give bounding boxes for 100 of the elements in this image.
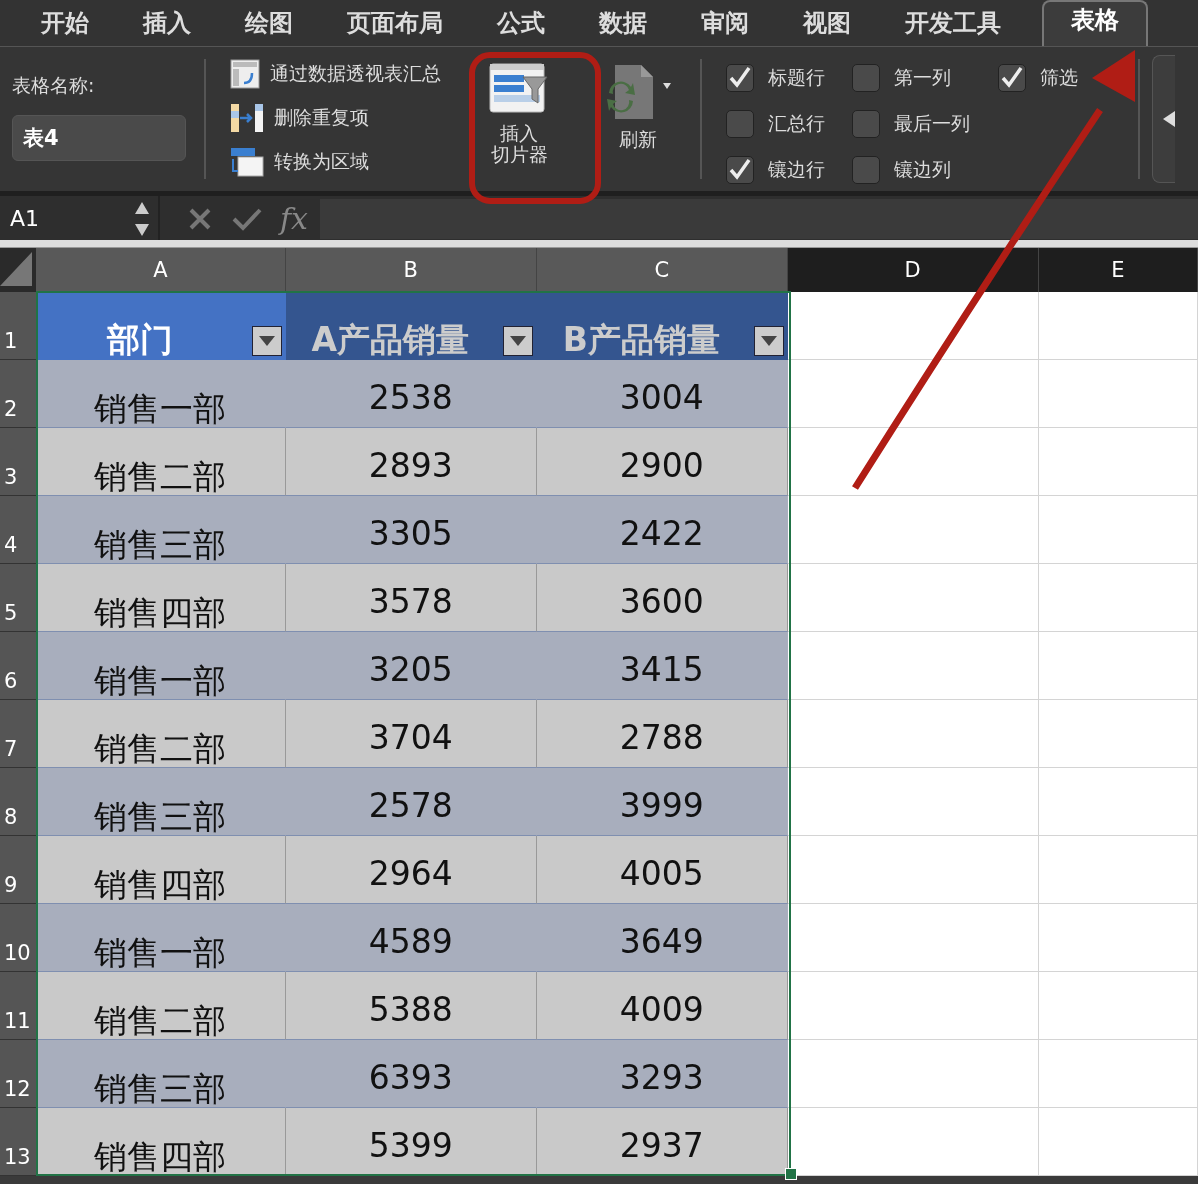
table-cell: 3649 <box>536 904 788 972</box>
table-cell: 3578 <box>285 564 537 632</box>
row-header[interactable]: 11 <box>0 972 36 1040</box>
checkbox[interactable] <box>998 64 1026 92</box>
table-cell: 2578 <box>285 768 537 836</box>
pivot-table-icon <box>230 59 260 89</box>
filter-dropdown[interactable] <box>251 326 282 356</box>
checkbox[interactable] <box>726 64 754 92</box>
table-header-cell: 部门 <box>35 292 286 360</box>
column-header[interactable]: E <box>1038 248 1198 292</box>
remove-duplicates-icon <box>230 103 264 133</box>
menu-tab[interactable]: 公式 <box>470 8 572 46</box>
caret-icon <box>760 336 777 346</box>
row-header[interactable]: 3 <box>0 428 36 496</box>
table-cell: 3004 <box>536 360 788 428</box>
menu-tab[interactable]: 数据 <box>572 8 674 46</box>
table-cell: 2937 <box>536 1108 788 1176</box>
refresh-button[interactable]: 刷新 <box>588 55 688 183</box>
table-cell: 2964 <box>285 836 537 904</box>
table-name-field[interactable]: 表4 <box>12 115 186 161</box>
insert-function-button[interactable]: fx <box>280 201 309 236</box>
row-header[interactable]: 13 <box>0 1108 36 1176</box>
table-cell: 销售四部 <box>35 564 286 632</box>
column-header[interactable]: C <box>536 248 788 292</box>
checkbox[interactable] <box>852 156 880 184</box>
table-cell: 4589 <box>285 904 537 972</box>
row-header[interactable]: 1 <box>0 292 36 360</box>
formula-input[interactable] <box>320 198 1198 239</box>
ribbon-command[interactable]: 删除重复项 <box>230 103 458 133</box>
menu-tab[interactable]: 审阅 <box>674 8 776 46</box>
table-cell: 销售三部 <box>35 768 286 836</box>
table-cell: 3999 <box>536 768 788 836</box>
convert-range-icon <box>230 147 264 177</box>
checkbox[interactable] <box>726 110 754 138</box>
caret-icon <box>1161 109 1175 129</box>
checkbox[interactable] <box>726 156 754 184</box>
menu-tab[interactable]: 插入 <box>116 8 218 46</box>
table-cell: 3305 <box>285 496 537 564</box>
table-cell: 销售一部 <box>35 632 286 700</box>
row-header[interactable]: 5 <box>0 564 36 632</box>
menu-tab[interactable]: 开发工具 <box>878 8 1028 46</box>
table-header-cell: B产品销量 <box>536 292 788 360</box>
table-cell: 3205 <box>285 632 537 700</box>
slicer-icon <box>489 63 549 115</box>
option-checkbox[interactable]: 最后一列 <box>852 101 998 147</box>
column-header[interactable]: B <box>285 248 537 292</box>
caret-icon <box>509 336 526 346</box>
cancel-icon[interactable] <box>188 206 212 231</box>
table-cell: 销售四部 <box>35 1108 286 1176</box>
checkbox[interactable] <box>852 110 880 138</box>
table-cell: 2422 <box>536 496 788 564</box>
table-cell: 销售一部 <box>35 904 286 972</box>
table-cell: 2538 <box>285 360 537 428</box>
row-header[interactable]: 2 <box>0 360 36 428</box>
insert-slicer-button[interactable]: 插入 切片器 <box>458 55 580 183</box>
menu-tab[interactable]: 开始 <box>14 8 116 46</box>
check-icon[interactable] <box>232 206 262 231</box>
ribbon-command[interactable]: 转换为区域 <box>230 147 458 177</box>
option-checkbox[interactable]: 标题行 <box>726 55 852 101</box>
row-header[interactable]: 9 <box>0 836 36 904</box>
filter-dropdown[interactable] <box>753 326 784 356</box>
option-checkbox[interactable]: 汇总行 <box>726 101 852 147</box>
table-cell: 销售二部 <box>35 428 286 496</box>
table-cell: 4005 <box>536 836 788 904</box>
table-cell: 销售一部 <box>35 360 286 428</box>
table-name-label: 表格名称: <box>12 73 96 98</box>
row-header[interactable]: 8 <box>0 768 36 836</box>
menu-tab[interactable]: 表格 <box>1042 0 1148 46</box>
menu-tab[interactable]: 页面布局 <box>320 8 470 46</box>
row-header[interactable]: 10 <box>0 904 36 972</box>
row-header[interactable]: 6 <box>0 632 36 700</box>
refresh-icon <box>605 63 671 121</box>
row-header[interactable]: 4 <box>0 496 36 564</box>
table-cell: 销售四部 <box>35 836 286 904</box>
checkbox[interactable] <box>852 64 880 92</box>
table-cell: 销售三部 <box>35 496 286 564</box>
table-cell: 3600 <box>536 564 788 632</box>
table-cell: 6393 <box>285 1040 537 1108</box>
menu-tab[interactable]: 视图 <box>776 8 878 46</box>
table-cell: 3415 <box>536 632 788 700</box>
table-cell: 销售二部 <box>35 700 286 768</box>
ribbon-command[interactable]: 通过数据透视表汇总 <box>230 59 458 89</box>
table-cell: 5388 <box>285 972 537 1040</box>
styles-gallery[interactable] <box>1152 55 1175 183</box>
row-header[interactable]: 7 <box>0 700 36 768</box>
table-cell: 销售三部 <box>35 1040 286 1108</box>
filter-dropdown[interactable] <box>502 326 533 356</box>
table-cell: 3704 <box>285 700 537 768</box>
column-header[interactable]: A <box>35 248 286 292</box>
table-cell: 2893 <box>285 428 537 496</box>
caret-icon <box>258 336 275 346</box>
row-header[interactable]: 12 <box>0 1040 36 1108</box>
option-checkbox[interactable]: 第一列 <box>852 55 998 101</box>
menu-tab[interactable]: 绘图 <box>218 8 320 46</box>
option-checkbox[interactable]: 镶边列 <box>852 147 998 193</box>
table-header-cell: A产品销量 <box>285 292 537 360</box>
column-header[interactable]: D <box>787 248 1039 292</box>
table-cell: 3293 <box>536 1040 788 1108</box>
table-cell: 4009 <box>536 972 788 1040</box>
fill-handle[interactable] <box>785 1168 797 1180</box>
